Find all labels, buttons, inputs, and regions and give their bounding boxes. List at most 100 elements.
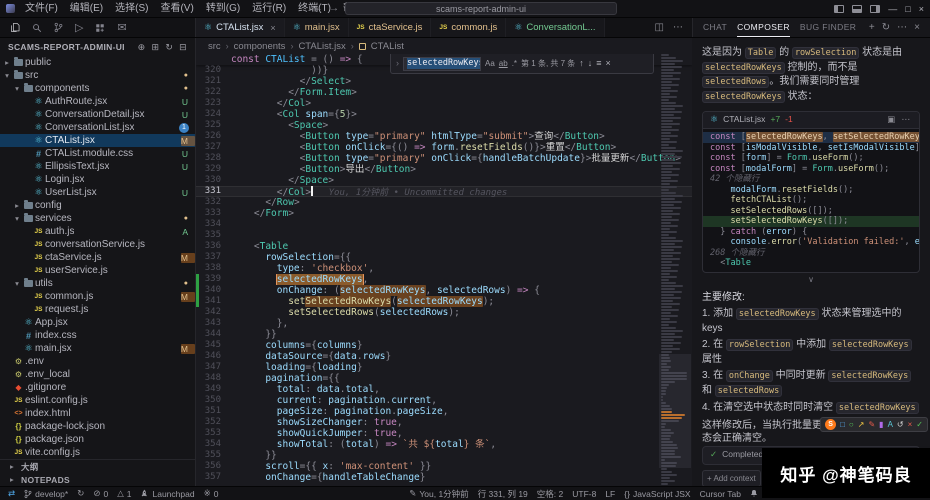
status-item-rocket[interactable]: Launchpad [140,489,194,499]
status-item-warn[interactable]: △1 [117,488,131,499]
status-item-zap[interactable]: ※0 [204,488,219,499]
history-forward-icon[interactable]: → [329,3,339,14]
history-back-icon[interactable]: ← [313,3,323,14]
menu-item[interactable]: 编辑(E) [64,0,109,18]
nav-extensions[interactable] [95,23,105,33]
tree-item[interactable]: ▸config [0,199,195,212]
toggle-secondary-sidebar-icon[interactable] [870,5,880,13]
tree-item[interactable]: {}package.json [0,433,195,446]
tree-item[interactable]: ⚛Login.jsx [0,173,195,186]
editor-tab[interactable]: ⚛main.jsx [285,18,349,37]
minimize-button[interactable]: — [888,4,897,14]
code-area[interactable]: const CTAList = () => { 320 ))}321 </Sel… [196,54,692,486]
close-button[interactable]: × [919,4,924,14]
snip-pen-icon[interactable]: ✎ [868,418,875,431]
tree-item[interactable]: ▾services● [0,212,195,225]
status-item-braces[interactable]: {}JavaScript JSX [624,489,690,499]
tree-item[interactable]: ▸public [0,56,195,69]
snip-text-icon[interactable]: A [888,418,893,431]
status-item-branch[interactable]: develop* [24,489,68,499]
editor-tab[interactable]: JSctaService.js [349,18,432,37]
status-item-行-331--列-19[interactable]: 行 331, 列 19 [478,488,528,500]
tree-item[interactable]: {}package-lock.json [0,420,195,433]
menu-item[interactable]: 查看(V) [154,0,199,18]
snip-marker-icon[interactable]: ▮ [879,418,883,431]
breadcrumb-item[interactable]: CTAList [371,41,404,52]
tree-item[interactable]: #index.css [0,329,195,342]
tree-item[interactable]: ⚛UserList.jsxU [0,186,195,199]
refresh-icon[interactable]: ↻ [165,42,173,53]
snip-undo-icon[interactable]: ↺ [897,418,904,431]
tab-close-icon[interactable]: × [270,23,275,33]
menu-item[interactable]: 转到(G) [200,0,246,18]
new-folder-icon[interactable]: ⊞ [151,42,159,53]
snip-arrow-icon[interactable]: ↗ [858,418,865,431]
status-item[interactable] [750,489,758,498]
editor-tab[interactable]: JScommon.js [431,18,506,37]
breadcrumb-item[interactable]: src [208,41,221,52]
expand-diff-button[interactable]: ∨ [702,275,920,285]
tree-item[interactable]: ◆.gitignore [0,381,195,394]
snip-close-icon[interactable]: × [908,418,913,431]
status-item-空格--2[interactable]: 空格: 2 [537,488,563,500]
regex-toggle[interactable]: .* [512,58,517,69]
snip-ellipse-icon[interactable]: ○ [849,418,854,431]
new-file-icon[interactable]: ⊕ [138,42,146,53]
tree-item[interactable]: JSuserService.js [0,264,195,277]
sidebar-section-NOTEPADS[interactable]: ▸NOTEPADS [0,473,195,486]
status-item[interactable]: ⇄ [8,488,15,499]
status-item[interactable]: ↻ [77,488,84,499]
tree-item[interactable]: ⚛CTAList.jsxM [0,134,195,147]
tree-item[interactable]: JSauth.jsA [0,225,195,238]
status-item-err[interactable]: ⊘0 [93,488,108,499]
chat-tab-bug-finder[interactable]: BUG FINDER [800,18,856,37]
find-toggle-replace-icon[interactable]: › [396,58,399,69]
status-item-UTF-8[interactable]: UTF-8 [572,489,596,499]
tree-item[interactable]: ⚙.env [0,355,195,368]
breadcrumb-item[interactable]: CTAList.jsx [298,41,345,52]
command-center-search[interactable]: scams-report-admin-ui [345,2,617,15]
tree-item[interactable]: ⚛ConversationList.jsx1 [0,121,195,134]
diff-block-actions[interactable]: ▣ ⋯ [887,113,912,127]
minimap[interactable] [661,54,689,486]
match-case-toggle[interactable]: Aa [485,58,495,69]
breadcrumb-item[interactable]: components [234,41,286,52]
snip-confirm-icon[interactable]: ✓ [916,418,923,431]
status-item-Cursor-Tab[interactable]: Cursor Tab [700,489,741,499]
tree-item[interactable]: JSconversationService.js [0,238,195,251]
close-icon[interactable]: × [914,22,920,33]
collapse-all-icon[interactable]: ⊟ [179,42,187,53]
maximize-button[interactable]: □ [905,4,910,14]
tree-item[interactable]: ⚙.env_local [0,368,195,381]
tree-item[interactable]: JSvite.config.js [0,446,195,459]
status-item-LF[interactable]: LF [605,489,615,499]
menu-item[interactable]: 选择(S) [109,0,154,18]
toggle-sidebar-icon[interactable] [834,5,844,13]
sidebar-section-大纲[interactable]: ▸大纲 [0,460,195,473]
toggle-panel-icon[interactable] [852,5,862,13]
more-icon[interactable]: ⋯ [673,22,683,33]
add-context-button[interactable]: + Add context [702,470,761,487]
tree-item[interactable]: JSctaService.jsM [0,251,195,264]
status-item-blame[interactable]: ✎You, 1分钟前 [409,488,468,500]
chat-tab-composer[interactable]: COMPOSER [737,18,790,37]
breadcrumb[interactable]: src›components›CTAList.jsx›CTAList [196,38,692,54]
whole-word-toggle[interactable]: ab [499,58,508,69]
nav-mail[interactable]: ✉ [117,21,126,34]
find-next-button[interactable]: ↓ [588,58,593,69]
find-previous-button[interactable]: ↑ [579,58,584,69]
tree-item[interactable]: ⚛AuthRoute.jsxU [0,95,195,108]
tree-item[interactable]: <>index.html [0,407,195,420]
find-in-selection-toggle[interactable]: ≡ [596,58,601,69]
history-icon[interactable]: ↻ [882,22,890,33]
find-close-button[interactable]: × [606,58,611,69]
editor-tab[interactable]: ⚛CTAList.jsx× [196,18,285,37]
plus-icon[interactable]: + [869,22,875,33]
menu-item[interactable]: 文件(F) [19,0,64,18]
tree-item[interactable]: JScommon.jsM [0,290,195,303]
nav-source-control[interactable] [54,22,63,33]
tree-item[interactable]: ▾utils● [0,277,195,290]
tree-item[interactable]: #CTAList.module.cssU [0,147,195,160]
editor-tab[interactable]: ⚛ConversationL... [506,18,604,37]
tree-item[interactable]: JSrequest.js [0,303,195,316]
